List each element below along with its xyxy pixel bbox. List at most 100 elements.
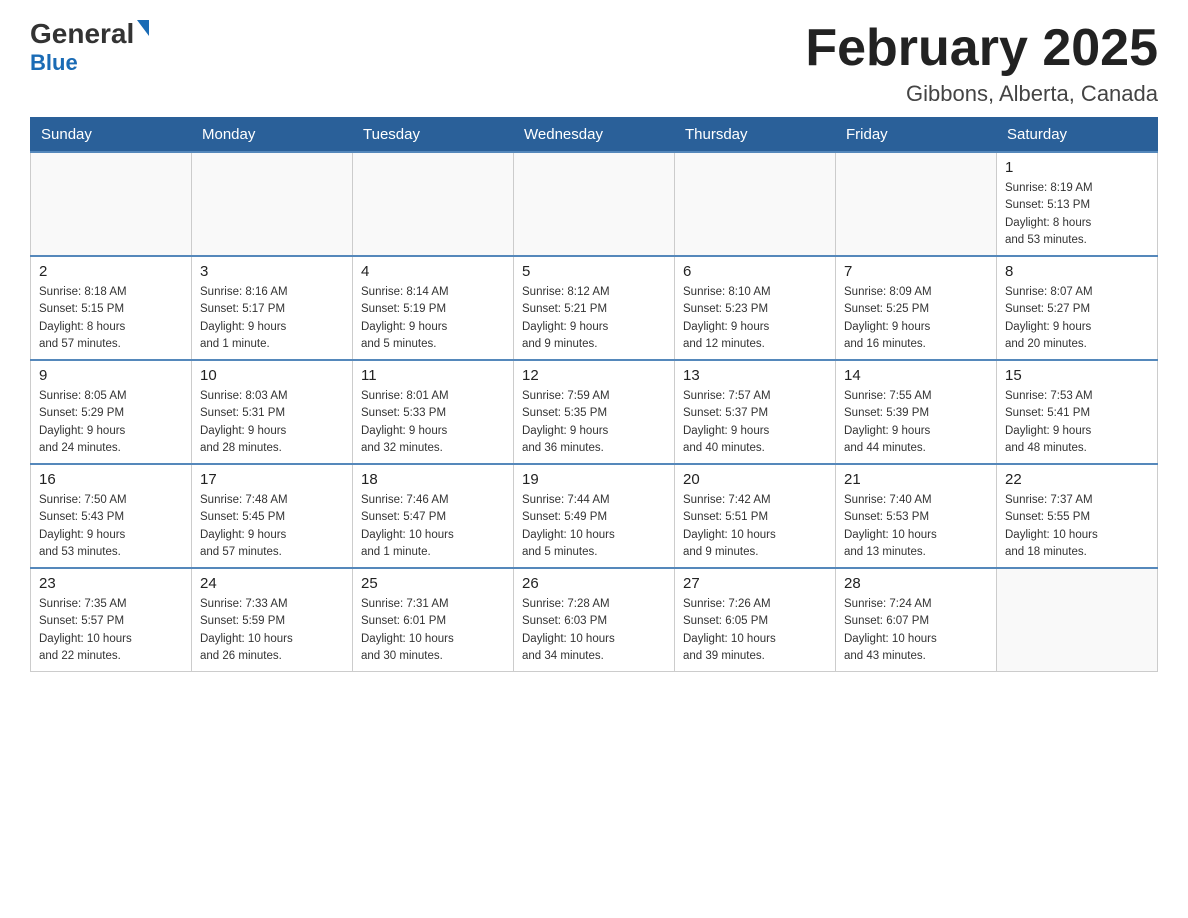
day-info: Sunrise: 7:37 AMSunset: 5:55 PMDaylight:… [1005,492,1149,561]
table-row: 6 Sunrise: 8:10 AMSunset: 5:23 PMDaylight… [675,256,836,360]
day-info: Sunrise: 7:42 AMSunset: 5:51 PMDaylight:… [683,492,827,561]
calendar-header-row: Sunday Monday Tuesday Wednesday Thursday… [31,118,1158,153]
table-row: 27 Sunrise: 7:26 AMSunset: 6:05 PMDayligh… [675,568,836,672]
table-row [514,152,675,256]
day-info: Sunrise: 8:12 AMSunset: 5:21 PMDaylight:… [522,284,666,353]
table-row: 22 Sunrise: 7:37 AMSunset: 5:55 PMDayligh… [997,464,1158,568]
table-row: 11 Sunrise: 8:01 AMSunset: 5:33 PMDayligh… [353,360,514,464]
day-info: Sunrise: 8:01 AMSunset: 5:33 PMDaylight:… [361,388,505,457]
day-info: Sunrise: 7:35 AMSunset: 5:57 PMDaylight:… [39,596,183,665]
day-info: Sunrise: 8:16 AMSunset: 5:17 PMDaylight:… [200,284,344,353]
table-row [192,152,353,256]
day-info: Sunrise: 7:44 AMSunset: 5:49 PMDaylight:… [522,492,666,561]
day-number: 9 [39,367,183,384]
day-info: Sunrise: 8:09 AMSunset: 5:25 PMDaylight:… [844,284,988,353]
table-row: 3 Sunrise: 8:16 AMSunset: 5:17 PMDaylight… [192,256,353,360]
col-saturday: Saturday [997,118,1158,153]
table-row: 26 Sunrise: 7:28 AMSunset: 6:03 PMDayligh… [514,568,675,672]
day-number: 8 [1005,263,1149,280]
day-number: 27 [683,575,827,592]
day-info: Sunrise: 7:28 AMSunset: 6:03 PMDaylight:… [522,596,666,665]
day-info: Sunrise: 7:40 AMSunset: 5:53 PMDaylight:… [844,492,988,561]
table-row: 23 Sunrise: 7:35 AMSunset: 5:57 PMDayligh… [31,568,192,672]
table-row: 12 Sunrise: 7:59 AMSunset: 5:35 PMDayligh… [514,360,675,464]
table-row: 21 Sunrise: 7:40 AMSunset: 5:53 PMDayligh… [836,464,997,568]
table-row: 13 Sunrise: 7:57 AMSunset: 5:37 PMDayligh… [675,360,836,464]
day-number: 7 [844,263,988,280]
day-number: 16 [39,471,183,488]
logo-blue: Blue [30,50,78,76]
table-row [353,152,514,256]
table-row: 18 Sunrise: 7:46 AMSunset: 5:47 PMDayligh… [353,464,514,568]
table-row: 2 Sunrise: 8:18 AMSunset: 5:15 PMDaylight… [31,256,192,360]
day-info: Sunrise: 8:19 AMSunset: 5:13 PMDaylight:… [1005,180,1149,249]
day-number: 10 [200,367,344,384]
day-number: 2 [39,263,183,280]
calendar-week-row: 9 Sunrise: 8:05 AMSunset: 5:29 PMDaylight… [31,360,1158,464]
table-row: 4 Sunrise: 8:14 AMSunset: 5:19 PMDaylight… [353,256,514,360]
table-row: 24Sunrise: 7:33 AMSunset: 5:59 PMDayligh… [192,568,353,672]
col-wednesday: Wednesday [514,118,675,153]
table-row: 28 Sunrise: 7:24 AMSunset: 6:07 PMDayligh… [836,568,997,672]
day-info: Sunrise: 7:46 AMSunset: 5:47 PMDaylight:… [361,492,505,561]
calendar-table: Sunday Monday Tuesday Wednesday Thursday… [30,117,1158,672]
logo: General Blue [30,20,149,76]
calendar-week-row: 16 Sunrise: 7:50 AMSunset: 5:43 PMDayligh… [31,464,1158,568]
table-row: 9 Sunrise: 8:05 AMSunset: 5:29 PMDaylight… [31,360,192,464]
col-monday: Monday [192,118,353,153]
day-number: 15 [1005,367,1149,384]
day-number: 28 [844,575,988,592]
title-section: February 2025 Gibbons, Alberta, Canada [805,20,1158,107]
col-thursday: Thursday [675,118,836,153]
day-number: 22 [1005,471,1149,488]
table-row: 15 Sunrise: 7:53 AMSunset: 5:41 PMDayligh… [997,360,1158,464]
table-row [31,152,192,256]
col-friday: Friday [836,118,997,153]
day-number: 21 [844,471,988,488]
logo-text: General [30,20,149,48]
day-info: Sunrise: 8:03 AMSunset: 5:31 PMDaylight:… [200,388,344,457]
day-info: Sunrise: 7:24 AMSunset: 6:07 PMDaylight:… [844,596,988,665]
day-number: 14 [844,367,988,384]
table-row: 25Sunrise: 7:31 AMSunset: 6:01 PMDayligh… [353,568,514,672]
day-number: 11 [361,367,505,384]
day-info: Sunrise: 8:10 AMSunset: 5:23 PMDaylight:… [683,284,827,353]
day-info: Sunrise: 7:50 AMSunset: 5:43 PMDaylight:… [39,492,183,561]
day-number: 23 [39,575,183,592]
day-number: 1 [1005,159,1149,176]
day-number: 6 [683,263,827,280]
day-number: 12 [522,367,666,384]
day-number: 18 [361,471,505,488]
table-row: 14 Sunrise: 7:55 AMSunset: 5:39 PMDayligh… [836,360,997,464]
day-number: 24 [200,575,344,592]
day-info: Sunrise: 7:59 AMSunset: 5:35 PMDaylight:… [522,388,666,457]
col-tuesday: Tuesday [353,118,514,153]
day-info: Sunrise: 8:14 AMSunset: 5:19 PMDaylight:… [361,284,505,353]
day-number: 17 [200,471,344,488]
day-number: 4 [361,263,505,280]
table-row [675,152,836,256]
calendar-week-row: 2 Sunrise: 8:18 AMSunset: 5:15 PMDaylight… [31,256,1158,360]
calendar-week-row: 1 Sunrise: 8:19 AMSunset: 5:13 PMDaylight… [31,152,1158,256]
day-info: Sunrise: 7:55 AMSunset: 5:39 PMDaylight:… [844,388,988,457]
table-row [836,152,997,256]
day-info: Sunrise: 7:53 AMSunset: 5:41 PMDaylight:… [1005,388,1149,457]
table-row: 17 Sunrise: 7:48 AMSunset: 5:45 PMDayligh… [192,464,353,568]
month-title: February 2025 [805,20,1158,77]
day-info: Sunrise: 7:48 AMSunset: 5:45 PMDaylight:… [200,492,344,561]
table-row: 5 Sunrise: 8:12 AMSunset: 5:21 PMDaylight… [514,256,675,360]
day-info: Sunrise: 7:26 AMSunset: 6:05 PMDaylight:… [683,596,827,665]
page-header: General Blue February 2025 Gibbons, Albe… [30,20,1158,107]
day-number: 26 [522,575,666,592]
day-info: Sunrise: 8:05 AMSunset: 5:29 PMDaylight:… [39,388,183,457]
day-number: 25 [361,575,505,592]
day-number: 3 [200,263,344,280]
col-sunday: Sunday [31,118,192,153]
day-number: 5 [522,263,666,280]
table-row: 16 Sunrise: 7:50 AMSunset: 5:43 PMDayligh… [31,464,192,568]
day-number: 13 [683,367,827,384]
day-info: Sunrise: 8:18 AMSunset: 5:15 PMDaylight:… [39,284,183,353]
day-number: 19 [522,471,666,488]
day-info: Sunrise: 7:57 AMSunset: 5:37 PMDaylight:… [683,388,827,457]
table-row: 1 Sunrise: 8:19 AMSunset: 5:13 PMDaylight… [997,152,1158,256]
